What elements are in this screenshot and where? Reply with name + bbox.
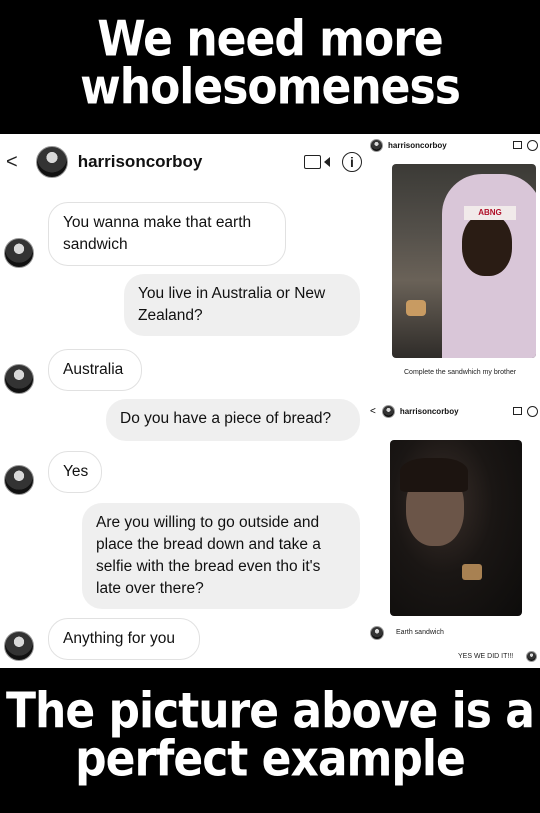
side-chat-header-top: harrisoncorboy [370,138,538,152]
avatar[interactable] [35,146,68,178]
message-sent: Do you have a piece of bread? [106,399,360,441]
sender-avatar [4,238,34,268]
back-icon[interactable]: < [370,406,376,417]
avatar[interactable] [381,404,395,418]
top-caption-line1: We need more [97,10,444,68]
video-call-icon-lens [324,157,330,167]
main-chat-screenshot: < harrisoncorboy i You wanna make that e… [0,134,368,668]
sender-avatar [526,651,537,662]
sender-avatar [4,465,34,495]
cap-band: ABNG [464,206,516,220]
sender-avatar [370,626,384,640]
bottom-caption: The picture above is a perfect example [0,682,540,788]
bottom-caption-line2: perfect example [75,730,466,788]
info-icon[interactable] [527,405,538,417]
message-received: Australia [48,349,142,391]
video-call-icon[interactable] [513,407,522,415]
video-call-icon[interactable] [513,141,522,149]
bread-slice [462,564,482,580]
selfie-photo-night[interactable] [390,440,522,616]
side-message-received: Earth sandwich [396,629,444,636]
bottom-caption-line1: The picture above is a [6,682,535,740]
side-chat-screenshots: harrisoncorboy ABNG Complete the sandwhi… [368,134,540,668]
chat-username[interactable]: harrisoncorboy [388,141,447,150]
side-chat-header-bottom: < harrisoncorboy [370,404,538,418]
chat-username[interactable]: harrisoncorboy [78,152,203,172]
message-sent: You live in Australia or New Zealand? [124,274,360,336]
info-icon[interactable]: i [342,152,362,172]
side-message-received: Complete the sandwhich my brother [404,369,517,376]
message-received: Yes [48,451,102,493]
bread-slice [406,300,426,316]
chat-header: < harrisoncorboy i [6,144,362,180]
top-caption: We need more wholesomeness [0,10,540,116]
chat-username[interactable]: harrisoncorboy [400,407,459,416]
message-received: Anything for you [48,618,200,660]
message-sent: Are you willing to go outside and place … [82,503,360,609]
video-call-icon[interactable] [304,155,321,169]
avatar[interactable] [370,138,383,152]
sender-avatar [4,631,34,661]
hair-shape [400,458,468,492]
face-shape [462,214,512,276]
back-icon[interactable]: < [6,151,18,174]
top-caption-line2: wholesomeness [80,58,461,116]
info-icon[interactable] [527,139,538,151]
screenshot-panel: < harrisoncorboy i You wanna make that e… [0,134,540,668]
message-received: You wanna make that earth sandwich [48,202,286,266]
sender-avatar [4,364,34,394]
selfie-photo-australia[interactable]: ABNG [392,164,536,358]
side-message-sent: YES WE DID IT!!! [458,653,514,660]
